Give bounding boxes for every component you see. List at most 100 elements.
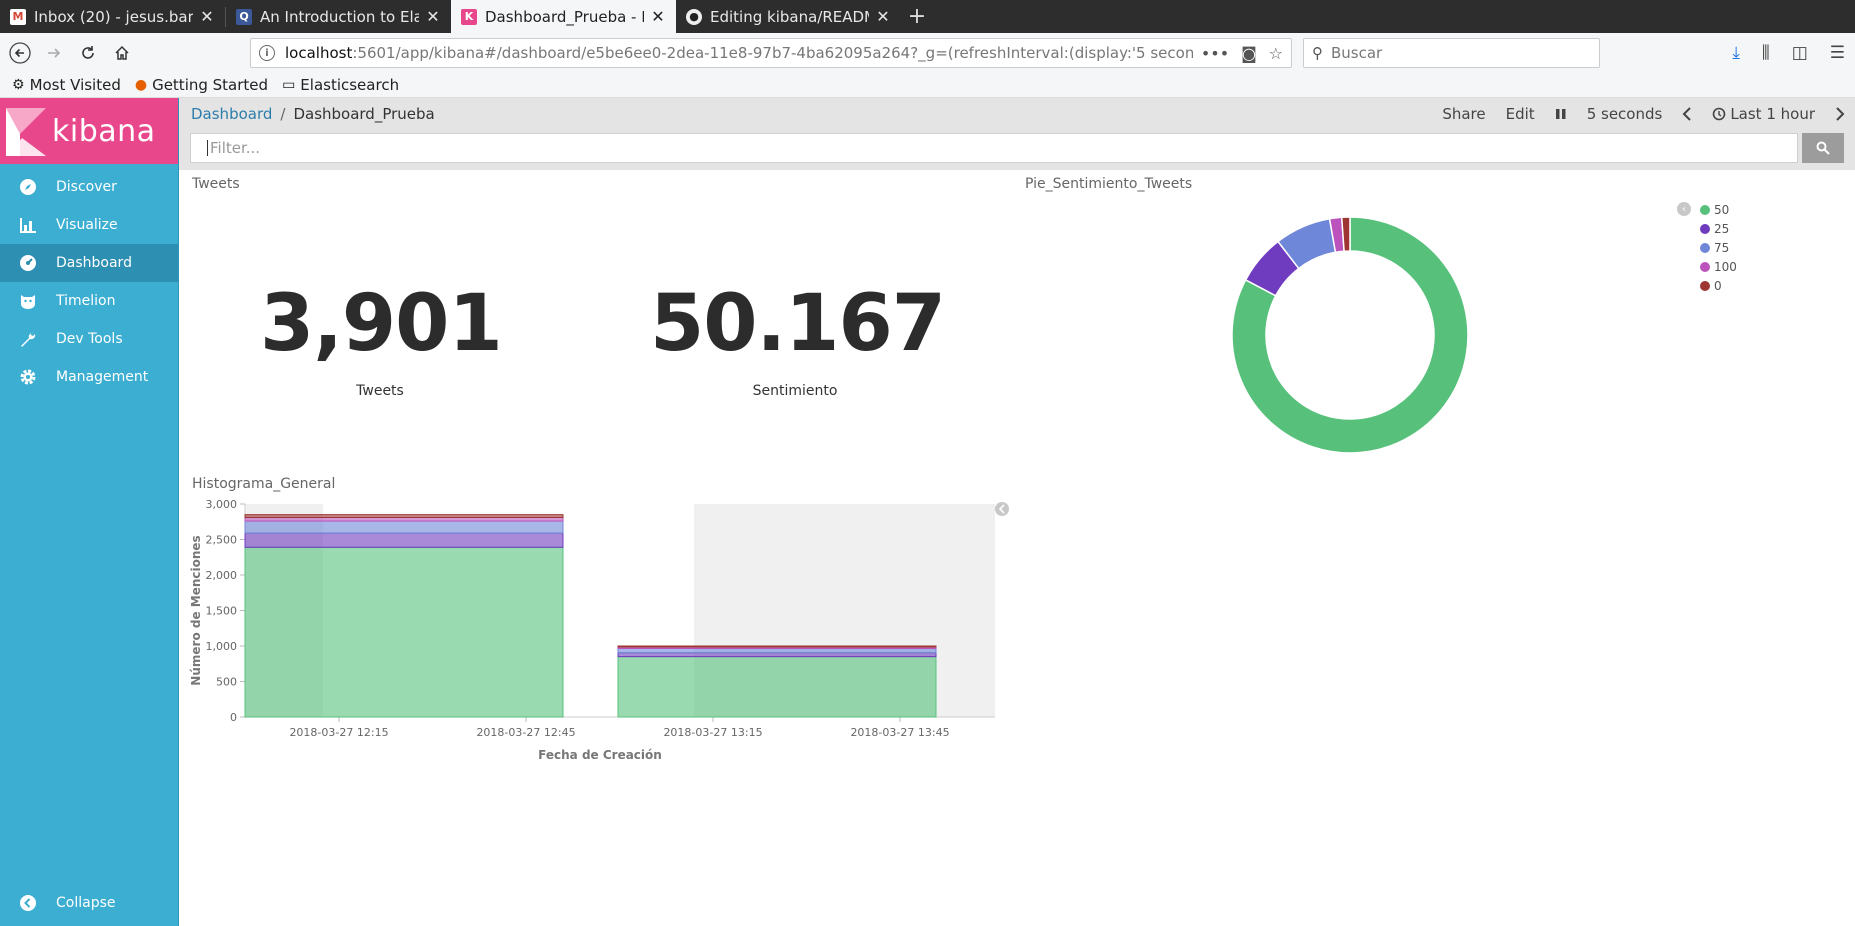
library-icon[interactable]: ⫼ [1762, 43, 1770, 63]
kibana-logo[interactable]: kibana [0, 98, 178, 164]
edit-button[interactable]: Edit [1496, 98, 1545, 130]
legend-swatch [1700, 280, 1710, 291]
top-menu: Share Edit 5 seconds Last 1 hour [1432, 98, 1855, 130]
browser-tab-kibana[interactable]: K Dashboard_Prueba - Kib ✕ [451, 0, 676, 33]
home-icon [115, 45, 129, 60]
bar-segment-25[interactable] [244, 532, 564, 548]
legend-item-50[interactable]: 50 [1700, 200, 1737, 219]
sidebar-item-label: Management [56, 369, 149, 385]
bar-segment-50[interactable] [244, 546, 564, 718]
search-bar[interactable]: ⚲ Buscar [1303, 38, 1600, 68]
browser-tab-gmail[interactable]: M Inbox (20) - jesus.barrer ✕ [0, 0, 225, 33]
histogram-legend-toggle[interactable] [995, 502, 1009, 516]
sidebar-collapse-button[interactable]: Collapse [0, 888, 179, 918]
metric-sentimiento: 50.167 Sentimiento [650, 285, 946, 399]
gear-icon [0, 368, 56, 386]
bar-segment-25[interactable] [617, 652, 937, 658]
bar-segment-50[interactable] [617, 656, 937, 718]
sidebar-item-visualize[interactable]: Visualize [0, 206, 178, 244]
legend-swatch [1700, 242, 1710, 253]
legend-item-25[interactable]: 25 [1700, 219, 1737, 238]
sidebar-item-dashboard[interactable]: Dashboard [0, 244, 178, 282]
x-tick-label: 2018-03-27 13:15 [663, 726, 762, 739]
menu-icon[interactable]: ☰ [1830, 43, 1845, 63]
new-tab-button[interactable]: + [901, 0, 933, 33]
refresh-interval[interactable]: 5 seconds [1577, 98, 1673, 130]
back-arrow-icon [9, 42, 31, 64]
legend-swatch [1700, 223, 1710, 234]
bookmark-label: Elasticsearch [300, 76, 400, 94]
filter-submit-button[interactable] [1802, 133, 1844, 163]
chevron-left-icon [1682, 107, 1692, 121]
pocket-icon[interactable]: ◙ [1241, 44, 1257, 63]
x-axis-title: Fecha de Creación [538, 748, 662, 762]
sidebar-toggle-icon[interactable]: ◫ [1792, 43, 1808, 63]
legend-label: 0 [1714, 278, 1722, 293]
sidebar-item-label: Timelion [56, 293, 116, 309]
metric-tweets: 3,901 Tweets [260, 285, 503, 399]
sidebar-item-management[interactable]: Management [0, 358, 178, 396]
back-button[interactable] [4, 37, 36, 69]
kibana-sidebar: kibana Discover Visualize Dashboard Time… [0, 98, 179, 926]
timelion-icon [0, 292, 56, 310]
legend-item-100[interactable]: 100 [1700, 257, 1737, 276]
bar-segment-75[interactable] [617, 647, 937, 654]
collapse-label: Collapse [56, 895, 116, 911]
legend-toggle-button[interactable]: ‹ [1677, 202, 1691, 216]
gmail-icon: M [10, 8, 26, 25]
text-caret [207, 140, 208, 156]
info-icon[interactable]: i [259, 45, 275, 61]
close-icon[interactable]: ✕ [199, 7, 215, 26]
time-prev-button[interactable] [1672, 98, 1702, 130]
sidebar-item-timelion[interactable]: Timelion [0, 282, 178, 320]
y-tick-label: 1,500 [206, 605, 238, 618]
bookmark-elasticsearch[interactable]: ▭ Elasticsearch [282, 76, 399, 94]
browser-tab-quora[interactable]: Q An Introduction to Elast ✕ [226, 0, 451, 33]
breadcrumb-dashboard-link[interactable]: Dashboard [191, 105, 272, 123]
close-icon[interactable]: ✕ [425, 7, 441, 26]
tab-title: An Introduction to Elast [260, 7, 419, 26]
bookmark-star-icon[interactable]: ☆ [1269, 44, 1283, 63]
y-axis-title: Número de Menciones [189, 535, 203, 685]
github-icon: ● [686, 8, 702, 25]
time-next-button[interactable] [1825, 98, 1855, 130]
close-icon[interactable]: ✕ [875, 7, 891, 26]
download-icon[interactable]: ⤓ [1732, 43, 1740, 63]
kibana-icon: K [461, 8, 477, 25]
url-host: localhost [285, 44, 353, 62]
bar-segment-75[interactable] [244, 520, 564, 534]
legend-swatch [1700, 261, 1710, 272]
page-actions-icon[interactable]: ••• [1201, 44, 1229, 63]
url-bar[interactable]: i localhost :5601/app/kibana#/dashboard/… [250, 38, 1292, 68]
sidebar-item-discover[interactable]: Discover [0, 168, 178, 206]
bar-segment-0[interactable] [617, 645, 937, 648]
sidebar-item-dev-tools[interactable]: Dev Tools [0, 320, 178, 358]
panel-title-tweets: Tweets [192, 176, 240, 192]
reload-button[interactable] [72, 37, 104, 69]
url-path: :5601/app/kibana#/dashboard/e5be6ee0-2de… [352, 44, 1193, 62]
tab-title: Inbox (20) - jesus.barrer [34, 7, 193, 26]
legend-item-0[interactable]: 0 [1700, 276, 1737, 295]
filter-input[interactable]: Filter... [190, 133, 1798, 163]
share-button[interactable]: Share [1432, 98, 1495, 130]
sidebar-item-label: Dev Tools [56, 331, 123, 347]
tab-title: Dashboard_Prueba - Kib [485, 7, 644, 26]
pause-button[interactable] [1545, 98, 1577, 130]
home-button[interactable] [106, 37, 138, 69]
browser-tab-github[interactable]: ● Editing kibana/READM ✕ [676, 0, 901, 33]
bookmark-most-visited[interactable]: ⚙ Most Visited [12, 76, 121, 94]
bookmark-label: Getting Started [152, 76, 269, 94]
bar-segment-0[interactable] [244, 514, 564, 518]
forward-button[interactable] [38, 37, 70, 69]
panel-title-pie: Pie_Sentimiento_Tweets [1025, 176, 1193, 192]
time-picker[interactable]: Last 1 hour [1702, 98, 1825, 130]
bookmark-getting-started[interactable]: ● Getting Started [135, 76, 268, 94]
bar-segment-100[interactable] [244, 516, 564, 522]
chevron-right-icon [1836, 107, 1845, 121]
legend-item-75[interactable]: 75 [1700, 238, 1737, 257]
folder-icon: ▭ [282, 77, 296, 93]
clock-icon [1713, 107, 1726, 121]
legend-label: 50 [1714, 202, 1730, 217]
legend-label: 100 [1714, 259, 1737, 274]
close-icon[interactable]: ✕ [650, 7, 666, 26]
